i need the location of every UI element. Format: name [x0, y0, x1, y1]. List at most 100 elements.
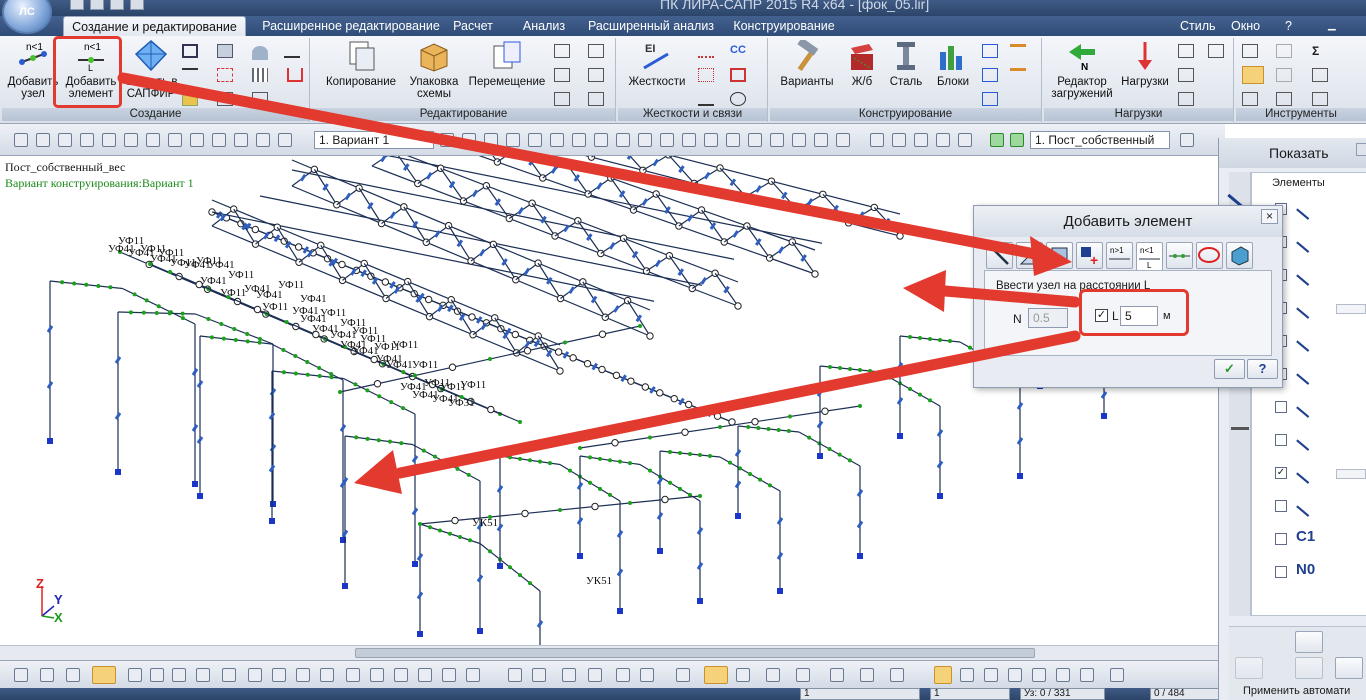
tool-icon-5[interactable] — [1276, 92, 1292, 106]
view-icon-37[interactable] — [958, 133, 972, 147]
cube-3-icon[interactable] — [984, 668, 998, 682]
grid-icon[interactable] — [182, 44, 198, 58]
scissors-icon[interactable] — [554, 44, 570, 58]
show-slider[interactable] — [1336, 304, 1366, 314]
vertical-icon[interactable] — [830, 668, 844, 682]
plane-xy-icon[interactable] — [766, 668, 780, 682]
auto-apply-label[interactable]: Применить автомати — [1243, 685, 1350, 697]
stiffness-button[interactable]: EI Жесткости — [622, 40, 692, 88]
status-zoom[interactable]: 1 — [800, 688, 920, 700]
dialog-help-button[interactable]: ? — [1247, 359, 1278, 379]
plane-xz2-icon[interactable] — [736, 668, 750, 682]
view-icon-21[interactable] — [594, 133, 608, 147]
view-icon-2[interactable] — [36, 133, 50, 147]
orbit-icon[interactable] — [172, 668, 186, 682]
tab-plate-icon[interactable] — [1046, 242, 1073, 269]
tab-divide-dots-icon[interactable] — [1166, 242, 1193, 269]
tool-icon-2[interactable] — [1276, 44, 1292, 58]
copy-button[interactable]: Копирование — [318, 40, 404, 88]
display-tab-icon[interactable] — [1231, 416, 1249, 430]
pencil-button[interactable] — [1295, 631, 1323, 653]
view-icon-25[interactable] — [682, 133, 696, 147]
view-icon-11[interactable] — [234, 133, 248, 147]
view-icon-7[interactable] — [146, 133, 160, 147]
cube-6-icon[interactable] — [1056, 668, 1070, 682]
plate-icon[interactable] — [1010, 68, 1026, 82]
plane-yz-icon[interactable] — [796, 668, 810, 682]
angle-icon[interactable] — [890, 668, 904, 682]
view-icon-30[interactable] — [792, 133, 806, 147]
tab-advanced-analysis[interactable]: Расширенный анализ — [586, 16, 716, 36]
view-icon-20[interactable] — [572, 133, 586, 147]
show-checkbox[interactable] — [1275, 434, 1287, 446]
chart-icon[interactable] — [1312, 68, 1328, 82]
view-icon-22[interactable] — [616, 133, 630, 147]
rc-button[interactable]: Ж/б — [840, 40, 884, 88]
view-icon-35[interactable] — [914, 133, 928, 147]
prev-load-icon[interactable] — [990, 133, 1004, 147]
tab-analysis[interactable]: Анализ — [514, 16, 574, 36]
fit-icon[interactable] — [128, 668, 142, 682]
variant-select[interactable]: 1. Вариант 1 — [314, 131, 434, 149]
variants-button[interactable]: Варианты — [772, 37, 842, 88]
view-icon-13[interactable] — [278, 133, 292, 147]
show-panel-close-icon[interactable] — [1356, 143, 1366, 156]
help-icon[interactable]: ? — [1285, 16, 1292, 36]
dialog-ok-button[interactable]: ✓ — [1214, 359, 1245, 379]
view-icon-16[interactable] — [484, 133, 498, 147]
length-icon[interactable] — [588, 668, 602, 682]
cube-8-icon[interactable] — [1110, 668, 1124, 682]
tab-design[interactable]: Конструирование — [726, 16, 842, 36]
node-select-icon[interactable] — [248, 668, 262, 682]
add-node-button[interactable]: n<1 Добавить узел — [6, 40, 60, 100]
view-icon-24[interactable] — [660, 133, 674, 147]
find-icon[interactable] — [508, 668, 522, 682]
apply-button[interactable] — [1335, 657, 1363, 679]
view-icon-15[interactable] — [462, 133, 476, 147]
joint-icon[interactable] — [730, 92, 746, 106]
filter-icon[interactable] — [272, 668, 286, 682]
truss-icon[interactable] — [284, 44, 300, 58]
view-icon-23[interactable] — [638, 133, 652, 147]
horizontal-scroll-thumb[interactable] — [355, 648, 1035, 658]
cube-7-icon[interactable] — [1080, 668, 1094, 682]
plane-active-icon[interactable] — [704, 666, 728, 684]
table-icon[interactable] — [217, 92, 233, 106]
pack-scheme-button[interactable]: Упаковка схемы — [404, 40, 464, 100]
invert-select-icon[interactable] — [418, 668, 432, 682]
load-editor-button[interactable]: N Редактор загружений — [1046, 40, 1118, 100]
view-icon-10[interactable] — [212, 133, 226, 147]
zoom-region-icon[interactable] — [588, 68, 604, 82]
support-icon[interactable] — [698, 92, 714, 106]
move-node-icon[interactable] — [217, 68, 233, 82]
view-icon-12[interactable] — [256, 133, 270, 147]
load-icon-3[interactable] — [1178, 68, 1194, 82]
dialog-close-icon[interactable]: × — [1261, 209, 1278, 224]
constraint-icon[interactable] — [730, 68, 746, 82]
polygon-select-icon[interactable] — [346, 668, 360, 682]
pencil-icon[interactable] — [616, 668, 630, 682]
connection-icon[interactable] — [982, 92, 998, 106]
tab-advanced-edit[interactable]: Расширенное редактирование — [256, 16, 446, 36]
cube-2-icon[interactable] — [960, 668, 974, 682]
elements-tab-icon[interactable] — [1227, 182, 1253, 208]
zoom-icon[interactable] — [66, 668, 80, 682]
view-icon-19[interactable] — [550, 133, 564, 147]
show-checkbox[interactable] — [1275, 401, 1287, 413]
tool-icon-3[interactable] — [1276, 68, 1292, 82]
view-icon-6[interactable] — [124, 133, 138, 147]
sum-icon[interactable]: Σ — [1312, 44, 1328, 58]
loads-button[interactable]: Нагрузки — [1118, 40, 1172, 88]
tab-triangle-icon[interactable] — [1016, 242, 1043, 269]
n-input[interactable]: 0.5 — [1028, 308, 1068, 328]
target-icon[interactable] — [196, 668, 210, 682]
refresh-icon[interactable] — [1242, 66, 1264, 84]
view-icon-29[interactable] — [770, 133, 784, 147]
node-design-icon[interactable] — [982, 44, 998, 58]
lasso-icon[interactable] — [394, 668, 408, 682]
show-checkbox[interactable] — [1275, 566, 1287, 578]
view-icon-33[interactable] — [870, 133, 884, 147]
rotate-icon[interactable] — [554, 92, 570, 106]
zoom-active-icon[interactable] — [92, 666, 116, 684]
cc-icon[interactable]: CC — [730, 44, 746, 58]
